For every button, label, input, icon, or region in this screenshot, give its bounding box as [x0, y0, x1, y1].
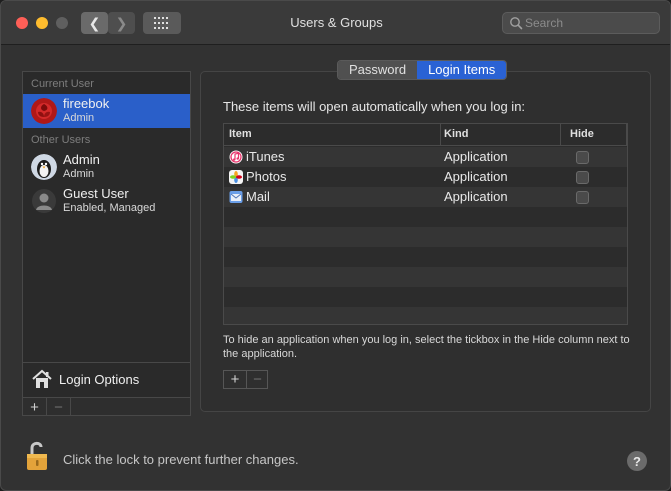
sidebar-footer: + − [23, 397, 190, 416]
item-kind: Application [444, 149, 508, 164]
users-groups-window: ❮ ❯ Users & Groups Current User [0, 0, 671, 491]
user-role: Enabled, Managed [63, 202, 156, 214]
column-divider [440, 124, 441, 146]
unlocked-padlock-icon[interactable] [25, 440, 51, 472]
column-header-hide[interactable]: Hide [570, 128, 594, 140]
empty-row [224, 207, 627, 227]
hide-hint-text: To hide an application when you log in, … [223, 334, 630, 360]
hide-checkbox[interactable] [576, 191, 589, 204]
column-divider [560, 124, 561, 146]
remove-user-button[interactable]: − [47, 398, 71, 416]
search-box[interactable] [502, 12, 660, 34]
photos-icon [229, 170, 243, 184]
tab-bar: Password Login Items [337, 60, 508, 80]
table-row[interactable]: Mail Application [224, 187, 627, 207]
empty-row [224, 307, 627, 324]
search-input[interactable] [525, 15, 655, 31]
avatar [31, 154, 57, 180]
avatar [31, 98, 57, 124]
add-login-item-button[interactable]: + [224, 371, 246, 388]
item-name: Mail [246, 189, 270, 204]
users-sidebar: Current User fireebok Admin Other Users [22, 71, 191, 416]
title-bar: ❮ ❯ Users & Groups [1, 1, 670, 45]
user-name: Admin [63, 152, 100, 167]
current-user-header: Current User [31, 78, 94, 90]
sidebar-user-admin[interactable]: Admin Admin [23, 150, 190, 184]
add-user-button[interactable]: + [23, 398, 47, 416]
login-options-label: Login Options [59, 372, 140, 387]
mail-icon [229, 191, 243, 203]
table-row[interactable]: iTunes Application [224, 147, 627, 167]
empty-row [224, 247, 627, 267]
lock-message: Click the lock to prevent further change… [63, 452, 299, 467]
rose-avatar-icon [31, 98, 57, 124]
house-icon [32, 369, 52, 388]
user-role: Admin [63, 112, 95, 124]
login-items-table: Item Kind Hide iTunes Application Photos… [223, 123, 628, 325]
hide-checkbox[interactable] [576, 151, 589, 164]
login-items-buttons: + − [223, 370, 268, 389]
other-users-header: Other Users [31, 134, 91, 146]
table-header: Item Kind Hide [224, 124, 627, 146]
login-items-intro: These items will open automatically when… [223, 99, 526, 114]
column-header-item[interactable]: Item [229, 128, 252, 140]
user-role: Admin [63, 168, 95, 180]
sidebar-user-guest[interactable]: Guest User Enabled, Managed [23, 184, 190, 218]
user-name: fireebok [63, 96, 110, 111]
empty-row [224, 267, 627, 287]
tab-password[interactable]: Password [338, 61, 418, 79]
item-name: Photos [246, 169, 287, 184]
hide-checkbox[interactable] [576, 171, 589, 184]
login-options-item[interactable]: Login Options [23, 362, 190, 396]
column-divider [626, 124, 627, 146]
table-row[interactable]: Photos Application [224, 167, 627, 187]
user-name: Guest User [63, 186, 129, 201]
itunes-icon [229, 150, 243, 164]
column-header-kind[interactable]: Kind [444, 128, 468, 140]
help-button[interactable]: ? [627, 451, 647, 471]
item-kind: Application [444, 189, 508, 204]
guest-user-icon [32, 189, 56, 213]
empty-row [224, 227, 627, 247]
empty-row [224, 287, 627, 307]
penguin-avatar-icon [31, 154, 57, 180]
item-name: iTunes [246, 149, 285, 164]
item-kind: Application [444, 169, 508, 184]
tab-login-items[interactable]: Login Items [417, 61, 507, 79]
search-icon [510, 17, 523, 30]
remove-login-item-button[interactable]: − [246, 371, 268, 388]
avatar [31, 188, 57, 214]
sidebar-user-fireebok[interactable]: fireebok Admin [23, 94, 190, 128]
